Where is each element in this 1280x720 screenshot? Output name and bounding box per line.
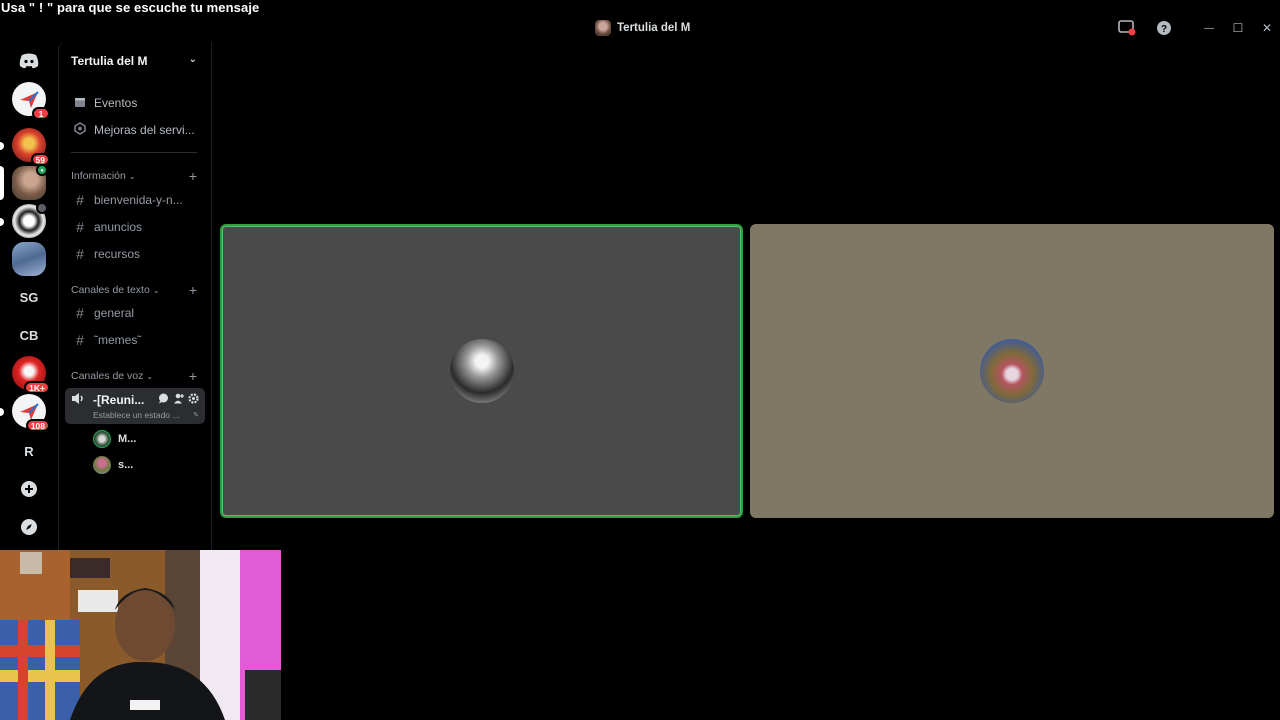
voice-user[interactable]: M... bbox=[93, 430, 136, 448]
selected-indicator bbox=[0, 166, 4, 200]
server-icon-sg[interactable]: SG bbox=[12, 280, 46, 314]
hash-icon: # bbox=[76, 192, 84, 208]
discord-logo-icon bbox=[19, 53, 39, 69]
voice-channel-status[interactable]: Establece un estado ... bbox=[93, 410, 179, 420]
server-icon bbox=[595, 20, 611, 36]
mention-badge: 108 bbox=[25, 419, 50, 432]
category-canales-voz[interactable]: Canales de voz ⌄ bbox=[71, 370, 153, 382]
boost-shield-icon bbox=[73, 122, 87, 138]
window-title: Tertulia del M bbox=[595, 20, 690, 36]
minimize-button[interactable]: — bbox=[1200, 23, 1218, 34]
stream-overlay-text: Usa " ! " para que se escuche tu mensaje bbox=[1, 0, 260, 15]
voice-channel-reunion[interactable]: -[Reuni... Establece un estado ... ✎ bbox=[65, 388, 205, 424]
create-channel-icon[interactable]: + bbox=[189, 282, 197, 298]
server-icon-r[interactable]: R bbox=[12, 434, 46, 468]
video-tile-speaking[interactable] bbox=[220, 224, 743, 518]
server-icon-cb[interactable]: CB bbox=[12, 318, 46, 352]
hash-icon: # bbox=[76, 332, 84, 348]
unread-indicator bbox=[0, 408, 4, 416]
window-title-text: Tertulia del M bbox=[617, 22, 691, 34]
voice-active-icon: • bbox=[36, 164, 48, 176]
chat-bubble-icon[interactable] bbox=[158, 393, 169, 407]
voice-user-name: M... bbox=[118, 433, 137, 445]
chevron-down-icon: ⌄ bbox=[128, 171, 136, 181]
channel-label: ˜memes˜ bbox=[94, 333, 142, 347]
mention-badge: 1 bbox=[32, 107, 50, 120]
category-canales-texto[interactable]: Canales de texto ⌄ bbox=[71, 284, 160, 296]
category-informacion[interactable]: Información ⌄ bbox=[71, 170, 136, 182]
speaker-icon bbox=[71, 392, 85, 408]
channel-recursos[interactable]: # recursos bbox=[67, 241, 205, 267]
channel-bienvenida[interactable]: # bienvenida-y-n... bbox=[67, 187, 205, 213]
chevron-down-icon: ⌄ bbox=[188, 54, 197, 65]
hash-icon: # bbox=[76, 219, 84, 235]
channel-anuncios[interactable]: # anuncios bbox=[67, 214, 205, 240]
voice-user[interactable]: s... bbox=[93, 456, 133, 474]
server-icon-9[interactable]: 1K+ bbox=[12, 356, 50, 394]
channel-label: recursos bbox=[94, 247, 141, 261]
server-icon-10[interactable]: 108 bbox=[12, 394, 50, 432]
create-channel-icon[interactable]: + bbox=[189, 368, 197, 384]
channel-label: bienvenida-y-n... bbox=[94, 193, 183, 207]
discover-button[interactable] bbox=[12, 510, 46, 544]
avatar bbox=[93, 456, 111, 474]
channel-memes[interactable]: # ˜memes˜ bbox=[67, 327, 205, 353]
hash-icon: # bbox=[76, 305, 84, 321]
create-channel-icon[interactable]: + bbox=[189, 168, 197, 184]
server-icon-4[interactable] bbox=[12, 202, 48, 238]
inbox-icon[interactable] bbox=[1118, 20, 1136, 39]
category-label: Canales de voz bbox=[71, 370, 144, 382]
invite-user-icon[interactable] bbox=[173, 393, 184, 407]
svg-text:?: ? bbox=[1161, 24, 1167, 35]
server-list: 1 59 • SG CB 1K+ 108 R bbox=[0, 42, 58, 552]
compass-icon bbox=[21, 519, 37, 535]
pencil-icon[interactable]: ✎ bbox=[193, 411, 199, 419]
help-icon[interactable]: ? bbox=[1155, 20, 1173, 39]
channel-general[interactable]: # general bbox=[67, 300, 205, 326]
unread-indicator bbox=[0, 218, 4, 226]
webcam-feed-image bbox=[0, 550, 281, 720]
plus-circle-icon bbox=[21, 481, 37, 497]
events-label: Eventos bbox=[94, 96, 138, 110]
video-tile[interactable] bbox=[750, 224, 1274, 518]
boosts-item[interactable]: Mejoras del servi... bbox=[67, 117, 205, 143]
mention-badge: 1K+ bbox=[24, 381, 50, 394]
server-icon-tertulia[interactable]: • bbox=[12, 164, 48, 200]
chevron-down-icon: ⌄ bbox=[146, 371, 154, 381]
maximize-button[interactable]: ☐ bbox=[1229, 21, 1247, 35]
close-button[interactable]: ✕ bbox=[1258, 21, 1276, 35]
server-header[interactable]: Tertulia del M ⌄ bbox=[59, 42, 211, 80]
server-icon-5[interactable] bbox=[12, 242, 46, 276]
hash-icon: # bbox=[76, 246, 84, 262]
webcam-overlay bbox=[0, 550, 281, 720]
voice-channel-name: -[Reuni... bbox=[93, 393, 145, 407]
events-item[interactable]: Eventos bbox=[67, 90, 205, 116]
server-name: Tertulia del M bbox=[71, 54, 148, 68]
divider bbox=[71, 152, 197, 153]
user-avatar bbox=[449, 339, 514, 403]
add-server-button[interactable] bbox=[12, 472, 46, 506]
user-avatar bbox=[980, 339, 1044, 403]
voice-user-name: s... bbox=[118, 459, 134, 471]
server-icon-2[interactable]: 59 bbox=[12, 128, 50, 166]
title-bar: Tertulia del M ? — ☐ ✕ bbox=[0, 18, 1280, 42]
unread-indicator bbox=[0, 142, 4, 150]
server-icon-1[interactable]: 1 bbox=[12, 82, 50, 120]
channel-sidebar: Tertulia del M ⌄ Eventos Mejoras del ser… bbox=[58, 42, 212, 552]
chevron-down-icon: ⌄ bbox=[152, 285, 160, 295]
boosts-label: Mejoras del servi... bbox=[94, 123, 195, 137]
discord-home-button[interactable] bbox=[12, 44, 46, 78]
category-label: Información bbox=[71, 170, 126, 182]
gear-icon[interactable] bbox=[188, 393, 199, 407]
speaker-icon bbox=[36, 202, 48, 214]
calendar-icon bbox=[73, 95, 87, 111]
avatar bbox=[93, 430, 111, 448]
channel-label: anuncios bbox=[94, 220, 143, 234]
category-label: Canales de texto bbox=[71, 284, 150, 296]
channel-label: general bbox=[94, 306, 135, 320]
